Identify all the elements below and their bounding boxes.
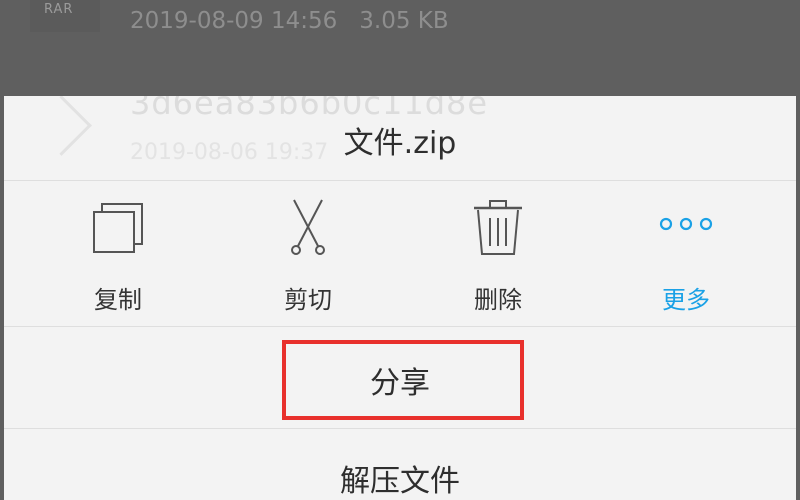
divider [4,428,796,429]
action-row: 复制 剪切 删除 更多 [4,182,796,326]
scissors-icon [291,199,325,255]
file-list-item[interactable]: RAR 2019-08-09 14:56 3.05 KB [0,0,800,96]
delete-button[interactable]: 删除 [438,182,558,326]
rar-file-icon: RAR [30,0,100,32]
extract-menu-item[interactable]: 解压文件 [4,456,796,500]
cut-label: 剪切 [284,286,332,314]
file-meta: 2019-08-09 14:56 3.05 KB [130,8,449,34]
rar-icon-label: RAR [44,2,74,17]
copy-icon [93,203,143,253]
copy-button[interactable]: 复制 [58,182,178,326]
divider [4,180,796,181]
cut-button[interactable]: 剪切 [248,182,368,326]
screen: RAR 2019-08-09 14:56 3.05 KB 3d6ea83b6b0c… [0,0,800,500]
file-date: 2019-08-09 14:56 [130,8,338,34]
more-button[interactable]: 更多 [626,182,746,326]
more-dots-icon [659,217,713,231]
action-sheet: 3d6ea83b6b0c11d8e 2019-08-06 19:37 文件.zi… [4,96,796,500]
copy-label: 复制 [94,286,142,314]
file-size: 3.05 KB [359,8,449,34]
sheet-title: 文件.zip [343,126,457,161]
trash-icon [474,200,522,255]
delete-label: 删除 [474,286,522,314]
divider [4,326,796,327]
share-menu-item[interactable]: 分享 [4,358,796,402]
more-label: 更多 [662,286,710,314]
